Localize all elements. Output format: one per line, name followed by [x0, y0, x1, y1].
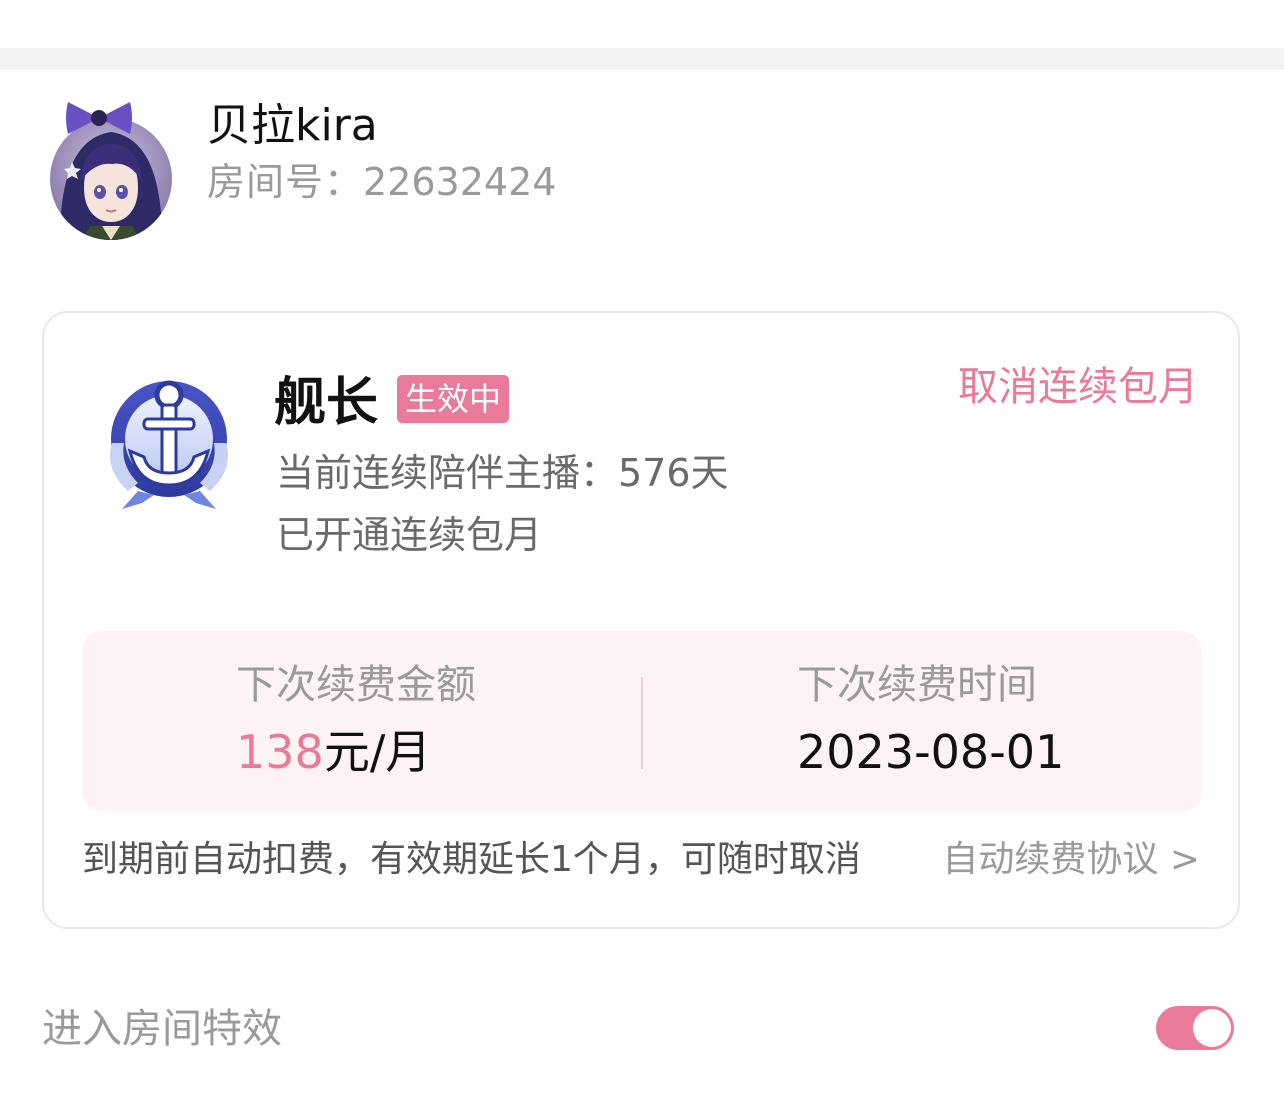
renewal-amount-label: 下次续费金额	[236, 662, 476, 708]
room-number: 房间号：22632424	[207, 158, 556, 206]
room-entry-effect-toggle[interactable]	[1156, 1006, 1234, 1050]
renewal-amount-value: 138元/月	[236, 723, 431, 781]
toggle-knob	[1193, 1009, 1231, 1047]
guard-card: 舰长 生效中 取消连续包月 当前连续陪伴主播：576天 已开通连续包月 下次续费…	[42, 311, 1240, 929]
renewal-time-value: 2023-08-01	[797, 725, 1065, 779]
renewal-amount-section: 下次续费金额 138元/月	[82, 631, 642, 811]
room-number-label: 房间号：	[207, 160, 364, 204]
renewal-time-section: 下次续费时间 2023-08-01	[642, 631, 1202, 811]
anchor-avatar-icon	[50, 118, 172, 240]
renewal-time-label: 下次续费时间	[797, 662, 1037, 708]
auto-renew-agreement-link[interactable]: 自动续费协议 >	[942, 835, 1200, 885]
room-number-value: 22632424	[363, 160, 557, 204]
renewal-amount-number: 138	[236, 725, 324, 779]
cancel-monthly-button[interactable]: 取消连续包月	[958, 361, 1198, 413]
room-entry-effect-label: 进入房间特效	[42, 1006, 282, 1052]
anchor-badge-icon	[110, 380, 228, 509]
bow-icon	[66, 102, 132, 134]
subscription-status-text: 已开通连续包月	[276, 513, 543, 557]
top-divider-band	[0, 48, 1284, 70]
anchor-name: 贝拉kira	[207, 100, 378, 151]
renewal-note: 到期前自动扣费，有效期延长1个月，可随时取消	[82, 839, 861, 880]
status-badge: 生效中	[397, 375, 510, 423]
renewal-amount-unit: 元/月	[323, 725, 432, 779]
renewal-panel: 下次续费金额 138元/月 下次续费时间 2023-08-01	[82, 631, 1202, 811]
anchor-avatar[interactable]	[50, 118, 172, 240]
companion-days-text: 当前连续陪伴主播：576天	[276, 451, 729, 495]
guard-title: 舰长	[274, 373, 379, 433]
